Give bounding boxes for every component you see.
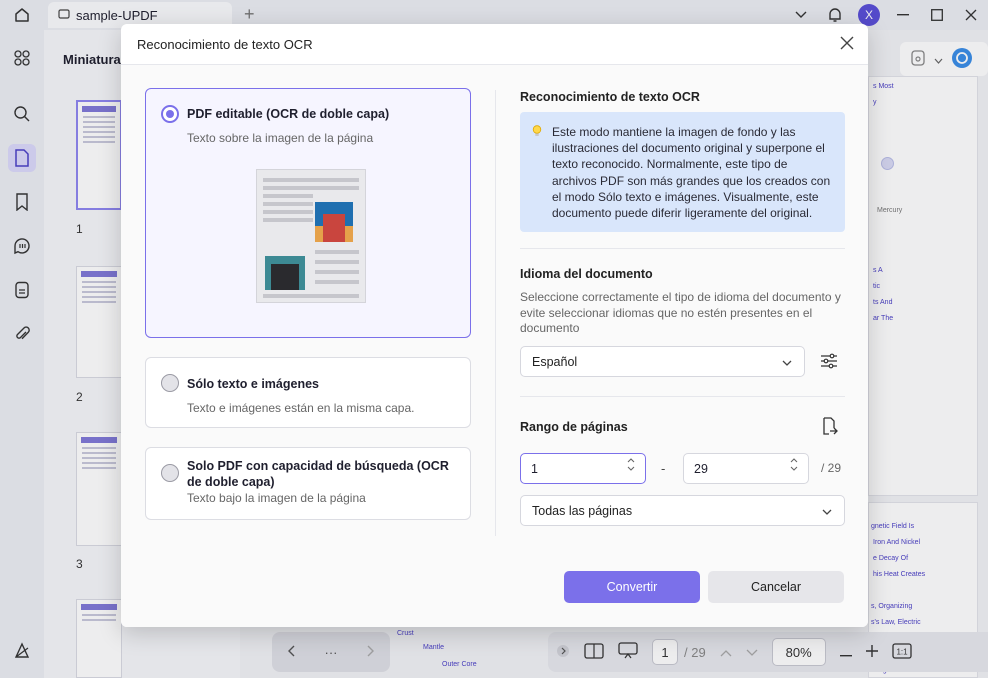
radio-editable-pdf[interactable] bbox=[161, 105, 179, 123]
spin-down-icon[interactable] bbox=[790, 466, 798, 471]
option-title: Sólo texto e imágenes bbox=[187, 377, 319, 391]
page-range-icon[interactable] bbox=[817, 414, 841, 438]
page-scope-select[interactable]: Todas las páginas bbox=[520, 495, 845, 526]
spin-up-icon[interactable] bbox=[627, 458, 635, 463]
option-description: Texto e imágenes están en la misma capa. bbox=[187, 401, 415, 415]
cancel-button[interactable]: Cancelar bbox=[708, 571, 844, 603]
dialog-column-divider bbox=[495, 90, 496, 536]
close-icon[interactable] bbox=[836, 32, 858, 54]
section-divider bbox=[520, 248, 845, 249]
option-title: Solo PDF con capacidad de búsqueda (OCR … bbox=[187, 459, 449, 489]
range-to-value: 29 bbox=[694, 461, 708, 476]
chevron-down-icon bbox=[822, 504, 832, 518]
spin-up-icon[interactable] bbox=[790, 458, 798, 463]
ocr-dialog: Reconocimiento de texto OCR PDF editable… bbox=[121, 24, 868, 627]
chevron-down-icon bbox=[782, 355, 792, 369]
language-settings-icon[interactable] bbox=[817, 349, 841, 373]
info-box: Este modo mantiene la imagen de fondo y … bbox=[520, 112, 845, 232]
spin-down-icon[interactable] bbox=[627, 466, 635, 471]
option-editable-pdf[interactable]: PDF editable (OCR de doble capa) Texto s… bbox=[145, 88, 471, 338]
radio-text-and-images[interactable] bbox=[161, 374, 179, 392]
radio-searchable-pdf[interactable] bbox=[161, 464, 179, 482]
option-title: PDF editable (OCR de doble capa) bbox=[187, 107, 390, 121]
range-dash: - bbox=[661, 461, 666, 476]
info-title: Reconocimiento de texto OCR bbox=[520, 90, 700, 104]
lightbulb-icon bbox=[532, 125, 542, 142]
page-scope-value: Todas las páginas bbox=[532, 503, 633, 518]
language-description: Seleccione correctamente el tipo de idio… bbox=[520, 290, 841, 335]
option-description: Texto sobre la imagen de la página bbox=[187, 131, 374, 145]
ocr-mode-illustration bbox=[256, 169, 366, 303]
option-text-and-images[interactable]: Sólo texto e imágenes Texto e imágenes e… bbox=[145, 357, 471, 428]
info-text: Este modo mantiene la imagen de fondo y … bbox=[552, 125, 831, 221]
language-select-value: Español bbox=[532, 354, 578, 369]
range-to-input[interactable]: 29 bbox=[683, 453, 809, 484]
dialog-title: Reconocimiento de texto OCR bbox=[137, 37, 313, 52]
section-divider bbox=[520, 396, 845, 397]
range-total-label: / 29 bbox=[821, 461, 842, 475]
page-range-title: Rango de páginas bbox=[520, 420, 628, 434]
dialog-header-divider bbox=[121, 64, 868, 65]
range-from-value: 1 bbox=[531, 461, 538, 476]
option-searchable-pdf[interactable]: Solo PDF con capacidad de búsqueda (OCR … bbox=[145, 447, 471, 520]
convert-button[interactable]: Convertir bbox=[564, 571, 700, 603]
option-description: Texto bajo la imagen de la página bbox=[187, 491, 366, 505]
range-from-input[interactable]: 1 bbox=[520, 453, 646, 484]
language-title: Idioma del documento bbox=[520, 267, 653, 281]
language-select[interactable]: Español bbox=[520, 346, 805, 377]
